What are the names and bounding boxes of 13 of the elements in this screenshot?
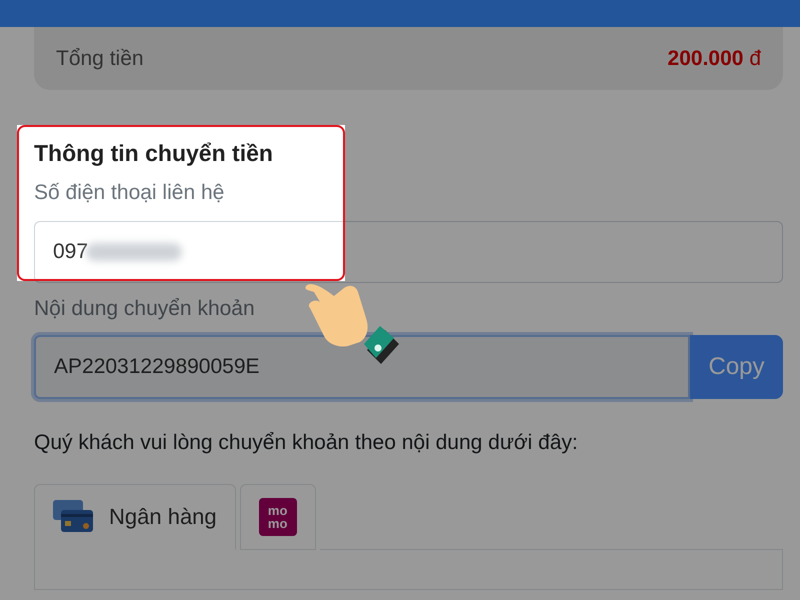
phone-field[interactable]: 097 bbox=[34, 221, 783, 283]
section-title: Thông tin chuyển tiền bbox=[34, 140, 274, 167]
transfer-code-field[interactable]: AP22031229890059E bbox=[34, 335, 690, 399]
total-label: Tổng tiền bbox=[56, 46, 144, 70]
total-amount: 200.000 đ bbox=[668, 46, 761, 70]
phone-label: Số điện thoại liên hệ bbox=[34, 181, 226, 205]
bank-tab[interactable]: Ngân hàng bbox=[34, 484, 236, 550]
momo-logo: mo mo bbox=[258, 498, 297, 536]
momo-tab[interactable]: mo mo bbox=[240, 484, 316, 550]
transfer-label: Nội dung chuyển khoản bbox=[34, 297, 256, 321]
instruction-text: Quý khách vui lòng chuyển khoản theo nội dung dưới đây: bbox=[34, 431, 579, 455]
copy-button[interactable]: Copy bbox=[690, 335, 783, 399]
credit-card-icon bbox=[53, 500, 93, 534]
